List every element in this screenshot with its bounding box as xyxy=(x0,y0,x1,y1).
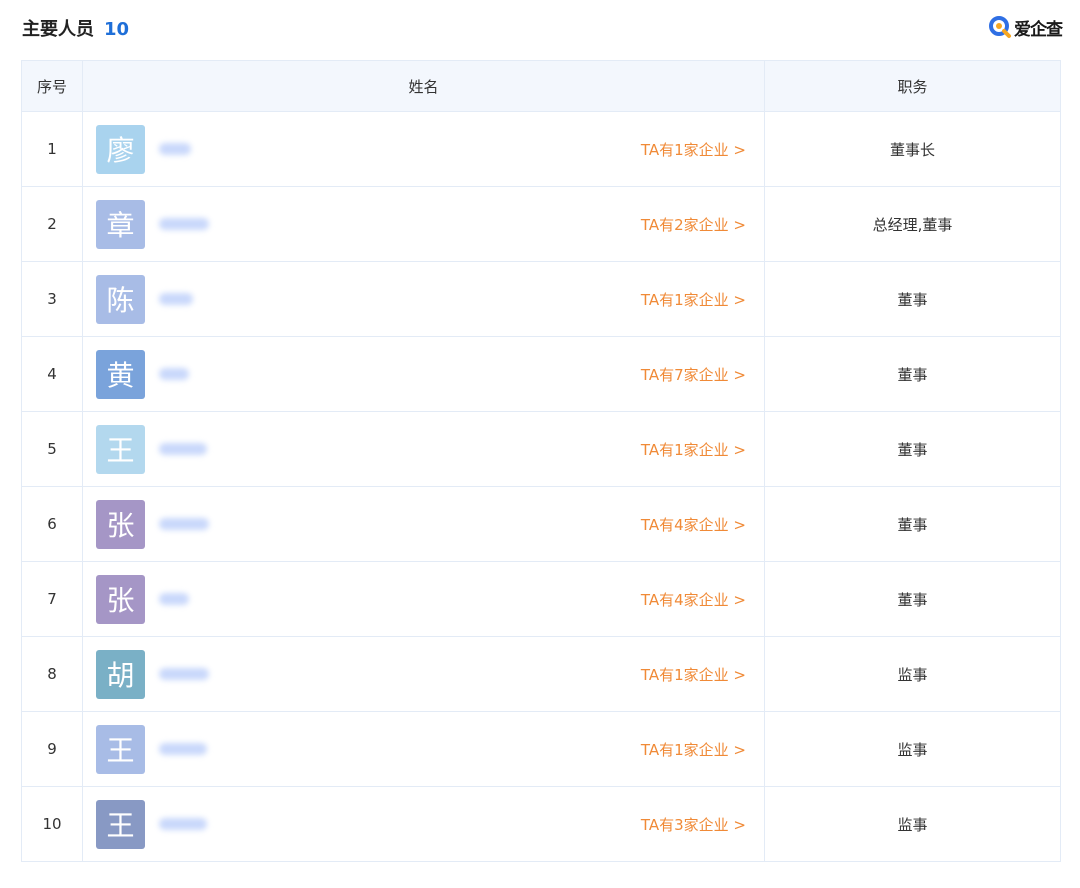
enterprise-count-link[interactable]: TA有4家企业 > xyxy=(641,589,746,610)
row-index: 2 xyxy=(21,186,83,262)
role-cell: 董事 xyxy=(764,336,1061,412)
table-row: 9 王 TA有1家企业 > 监事 xyxy=(21,711,1061,787)
avatar[interactable]: 陈 xyxy=(96,274,145,324)
blurred-name[interactable] xyxy=(159,518,209,530)
name-cell: 张 TA有4家企业 > xyxy=(82,486,765,562)
name-cell: 陈 TA有1家企业 > xyxy=(82,261,765,337)
magnifier-logo-icon xyxy=(989,16,1011,38)
table-row: 2 章 TA有2家企业 > 总经理,董事 xyxy=(21,186,1061,262)
enterprise-count-link[interactable]: TA有1家企业 > xyxy=(641,739,746,760)
enterprise-count-link[interactable]: TA有3家企业 > xyxy=(641,814,746,835)
table-row: 4 黄 TA有7家企业 > 董事 xyxy=(21,336,1061,412)
brand-logo[interactable]: 爱企查 xyxy=(988,14,1063,40)
name-cell: 黄 TA有7家企业 > xyxy=(82,336,765,412)
avatar[interactable]: 王 xyxy=(96,424,145,474)
role-cell: 监事 xyxy=(764,636,1061,712)
row-index: 8 xyxy=(21,636,83,712)
role-cell: 董事 xyxy=(764,486,1061,562)
table-row: 7 张 TA有4家企业 > 董事 xyxy=(21,561,1061,637)
enterprise-count-link[interactable]: TA有1家企业 > xyxy=(641,289,746,310)
role-cell: 董事 xyxy=(764,261,1061,337)
person-count: 10 xyxy=(104,19,130,40)
table-row: 5 王 TA有1家企业 > 董事 xyxy=(21,411,1061,487)
name-cell: 胡 TA有1家企业 > xyxy=(82,636,765,712)
row-index: 9 xyxy=(21,711,83,787)
blurred-name[interactable] xyxy=(159,818,207,830)
role-cell: 董事 xyxy=(764,561,1061,637)
name-cell: 张 TA有4家企业 > xyxy=(82,561,765,637)
row-index: 1 xyxy=(21,111,83,187)
enterprise-count-link[interactable]: TA有2家企业 > xyxy=(641,214,746,235)
avatar[interactable]: 廖 xyxy=(96,124,145,174)
name-cell: 王 TA有1家企业 > xyxy=(82,711,765,787)
blurred-name[interactable] xyxy=(159,593,189,605)
enterprise-count-link[interactable]: TA有1家企业 > xyxy=(641,139,746,160)
avatar[interactable]: 张 xyxy=(96,574,145,624)
row-index: 7 xyxy=(21,561,83,637)
enterprise-count-link[interactable]: TA有1家企业 > xyxy=(641,664,746,685)
name-cell: 章 TA有2家企业 > xyxy=(82,186,765,262)
blurred-name[interactable] xyxy=(159,668,209,680)
table-row: 1 廖 TA有1家企业 > 董事长 xyxy=(21,111,1061,187)
avatar[interactable]: 张 xyxy=(96,499,145,549)
name-cell: 王 TA有3家企业 > xyxy=(82,786,765,862)
avatar[interactable]: 王 xyxy=(96,799,145,849)
row-index: 5 xyxy=(21,411,83,487)
table-row: 8 胡 TA有1家企业 > 监事 xyxy=(21,636,1061,712)
enterprise-count-link[interactable]: TA有4家企业 > xyxy=(641,514,746,535)
blurred-name[interactable] xyxy=(159,143,191,155)
row-index: 4 xyxy=(21,336,83,412)
role-cell: 监事 xyxy=(764,786,1061,862)
table-row: 6 张 TA有4家企业 > 董事 xyxy=(21,486,1061,562)
name-cell: 王 TA有1家企业 > xyxy=(82,411,765,487)
brand-name: 爱企查 xyxy=(1014,19,1063,40)
avatar[interactable]: 胡 xyxy=(96,649,145,699)
blurred-name[interactable] xyxy=(159,368,189,380)
blurred-name[interactable] xyxy=(159,443,207,455)
avatar[interactable]: 王 xyxy=(96,724,145,774)
table-row: 10 王 TA有3家企业 > 监事 xyxy=(21,786,1061,862)
role-cell: 董事 xyxy=(764,411,1061,487)
table-header-row: 序号 姓名 职务 xyxy=(21,60,1061,112)
blurred-name[interactable] xyxy=(159,743,207,755)
row-index: 6 xyxy=(21,486,83,562)
role-cell: 董事长 xyxy=(764,111,1061,187)
key-personnel-table: 序号 姓名 职务 1 廖 TA有1家企业 > 董事长 2 章 TA有2家企业 >… xyxy=(21,60,1061,862)
enterprise-count-link[interactable]: TA有7家企业 > xyxy=(641,364,746,385)
role-cell: 总经理,董事 xyxy=(764,186,1061,262)
blurred-name[interactable] xyxy=(159,218,209,230)
enterprise-count-link[interactable]: TA有1家企业 > xyxy=(641,439,746,460)
column-header-role: 职务 xyxy=(764,60,1061,112)
column-header-name: 姓名 xyxy=(82,60,765,112)
avatar[interactable]: 黄 xyxy=(96,349,145,399)
name-cell: 廖 TA有1家企业 > xyxy=(82,111,765,187)
section-title-text: 主要人员 xyxy=(22,19,94,40)
section-title: 主要人员 10 xyxy=(22,17,129,43)
avatar[interactable]: 章 xyxy=(96,199,145,249)
row-index: 10 xyxy=(21,786,83,862)
row-index: 3 xyxy=(21,261,83,337)
table-row: 3 陈 TA有1家企业 > 董事 xyxy=(21,261,1061,337)
column-header-index: 序号 xyxy=(21,60,83,112)
role-cell: 监事 xyxy=(764,711,1061,787)
section-header: 主要人员 10 爱企查 xyxy=(0,0,1080,60)
blurred-name[interactable] xyxy=(159,293,193,305)
